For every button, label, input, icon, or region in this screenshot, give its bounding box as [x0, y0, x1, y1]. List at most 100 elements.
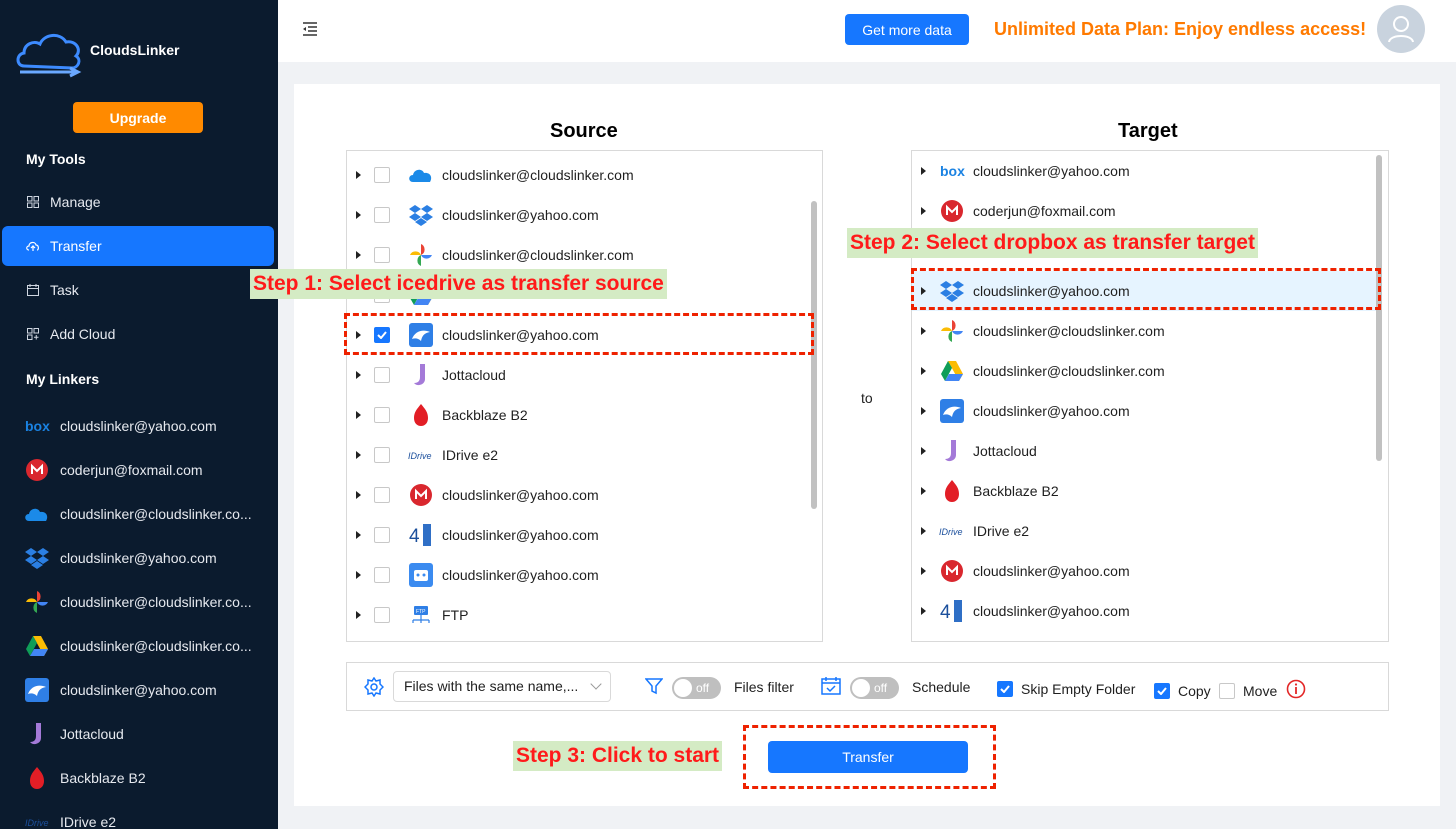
- source-checkbox[interactable]: [374, 487, 390, 503]
- target-row-label: coderjun@foxmail.com: [973, 203, 1116, 219]
- source-checkbox[interactable]: [374, 247, 390, 263]
- source-row-label: cloudslinker@yahoo.com: [442, 567, 599, 583]
- sidebar-linker-item[interactable]: IDrive IDrive e2: [24, 807, 274, 829]
- files-filter-toggle[interactable]: off: [672, 677, 721, 699]
- same-name-conflict-select[interactable]: Files with the same name,...: [393, 671, 611, 702]
- target-row[interactable]: Jottacloud: [912, 431, 1377, 471]
- box-icon: box: [24, 413, 50, 439]
- expand-caret-icon[interactable]: [921, 167, 926, 175]
- source-row[interactable]: cloudslinker@yahoo.com: [347, 555, 599, 595]
- expand-caret-icon[interactable]: [921, 207, 926, 215]
- source-row[interactable]: IDrive IDrive e2: [347, 435, 498, 475]
- target-row[interactable]: cloudslinker@yahoo.com: [912, 551, 1377, 591]
- target-row[interactable]: cloudslinker@cloudslinker.com: [912, 351, 1377, 391]
- 4shared-icon: 4: [939, 598, 965, 624]
- sidebar-linker-item[interactable]: cloudslinker@cloudslinker.co...: [24, 587, 274, 617]
- dropbox-icon: [24, 545, 50, 571]
- source-checkbox[interactable]: [374, 407, 390, 423]
- move-checkbox[interactable]: [1219, 683, 1235, 699]
- settings-gear-icon[interactable]: [363, 676, 385, 702]
- source-row[interactable]: Backblaze B2: [347, 395, 528, 435]
- expand-caret-icon[interactable]: [356, 571, 361, 579]
- idrive-icon: IDrive: [939, 518, 965, 544]
- expand-caret-icon[interactable]: [921, 447, 926, 455]
- user-icon: [1388, 16, 1414, 43]
- expand-caret-icon[interactable]: [356, 251, 361, 259]
- target-row[interactable]: coderjun@foxmail.com: [912, 191, 1377, 231]
- sidebar-linker-item[interactable]: cloudslinker@yahoo.com: [24, 675, 274, 705]
- source-row-label: cloudslinker@yahoo.com: [442, 487, 599, 503]
- expand-caret-icon[interactable]: [921, 407, 926, 415]
- get-more-data-button[interactable]: Get more data: [845, 14, 969, 45]
- google-drive-icon: [939, 358, 965, 384]
- expand-caret-icon[interactable]: [356, 451, 361, 459]
- sidebar-item-transfer[interactable]: Transfer: [2, 226, 274, 266]
- expand-caret-icon[interactable]: [921, 567, 926, 575]
- copy-checkbox[interactable]: [1154, 683, 1170, 699]
- upgrade-button[interactable]: Upgrade: [73, 102, 203, 133]
- sidebar-item-task[interactable]: Task: [2, 270, 274, 310]
- info-icon[interactable]: [1286, 679, 1306, 704]
- expand-caret-icon[interactable]: [921, 327, 926, 335]
- source-checkbox[interactable]: [374, 567, 390, 583]
- skip-empty-folder-checkbox[interactable]: [997, 681, 1013, 697]
- backblaze-icon: [24, 765, 50, 791]
- sidebar-linker-item[interactable]: coderjun@foxmail.com: [24, 455, 274, 485]
- copy-label: Copy: [1178, 683, 1211, 699]
- target-row[interactable]: box cloudslinker@yahoo.com: [912, 151, 1377, 191]
- expand-caret-icon[interactable]: [921, 527, 926, 535]
- expand-caret-icon[interactable]: [356, 211, 361, 219]
- expand-caret-icon[interactable]: [356, 531, 361, 539]
- source-row[interactable]: 4 cloudslinker@yahoo.com: [347, 515, 599, 555]
- brand[interactable]: CloudsLinker: [14, 22, 179, 78]
- add-grid-icon: [26, 327, 40, 341]
- menu-fold-icon[interactable]: [302, 22, 318, 38]
- sidebar-linker-item[interactable]: cloudslinker@yahoo.com: [24, 543, 274, 573]
- source-checkbox[interactable]: [374, 367, 390, 383]
- transfer-card: Source Target cloudslinker@cloudslinker.…: [294, 84, 1440, 806]
- target-row[interactable]: cloudslinker@yahoo.com: [912, 391, 1377, 431]
- target-row-label: cloudslinker@yahoo.com: [973, 603, 1130, 619]
- source-checkbox[interactable]: [374, 207, 390, 223]
- sidebar-linker-item[interactable]: cloudslinker@cloudslinker.co...: [24, 499, 274, 529]
- expand-caret-icon[interactable]: [921, 607, 926, 615]
- svg-text:IDrive: IDrive: [408, 451, 432, 461]
- target-row[interactable]: cloudslinker@cloudslinker.com: [912, 311, 1377, 351]
- avatar[interactable]: [1377, 5, 1425, 53]
- target-row-label: cloudslinker@yahoo.com: [973, 163, 1130, 179]
- sidebar-item-manage[interactable]: Manage: [2, 182, 274, 222]
- expand-caret-icon[interactable]: [356, 411, 361, 419]
- source-row-label: cloudslinker@cloudslinker.com: [442, 247, 634, 263]
- target-row-label: IDrive e2: [973, 523, 1030, 539]
- sidebar-item-add-cloud[interactable]: Add Cloud: [2, 314, 274, 354]
- target-row[interactable]: 4 cloudslinker@yahoo.com: [912, 591, 1377, 631]
- expand-caret-icon[interactable]: [356, 371, 361, 379]
- source-scrollbar[interactable]: [811, 201, 817, 509]
- source-row[interactable]: cloudslinker@yahoo.com: [347, 195, 599, 235]
- sidebar-linker-item[interactable]: Backblaze B2: [24, 763, 274, 793]
- source-checkbox[interactable]: [374, 447, 390, 463]
- source-checkbox[interactable]: [374, 607, 390, 623]
- target-row[interactable]: IDrive IDrive e2: [912, 511, 1377, 551]
- linker-label: cloudslinker@yahoo.com: [60, 418, 217, 434]
- filter-funnel-icon: [644, 677, 664, 700]
- expand-caret-icon[interactable]: [921, 367, 926, 375]
- source-row[interactable]: FTP FTP: [347, 595, 468, 635]
- sidebar-linker-item[interactable]: box cloudslinker@yahoo.com: [24, 411, 274, 441]
- expand-caret-icon[interactable]: [356, 171, 361, 179]
- expand-caret-icon[interactable]: [921, 487, 926, 495]
- schedule-toggle[interactable]: off: [850, 677, 899, 699]
- expand-caret-icon[interactable]: [356, 611, 361, 619]
- grid-icon: [26, 195, 40, 209]
- expand-caret-icon[interactable]: [356, 491, 361, 499]
- source-row-label: cloudslinker@yahoo.com: [442, 207, 599, 223]
- source-row[interactable]: Jottacloud: [347, 355, 506, 395]
- sidebar-linker-item[interactable]: Jottacloud: [24, 719, 274, 749]
- source-checkbox[interactable]: [374, 167, 390, 183]
- step1-annotation: Step 1: Select icedrive as transfer sour…: [250, 269, 667, 299]
- source-checkbox[interactable]: [374, 527, 390, 543]
- sidebar-linker-item[interactable]: cloudslinker@cloudslinker.co...: [24, 631, 274, 661]
- target-row[interactable]: Backblaze B2: [912, 471, 1377, 511]
- source-row[interactable]: cloudslinker@yahoo.com: [347, 475, 599, 515]
- source-row[interactable]: cloudslinker@cloudslinker.com: [347, 155, 634, 195]
